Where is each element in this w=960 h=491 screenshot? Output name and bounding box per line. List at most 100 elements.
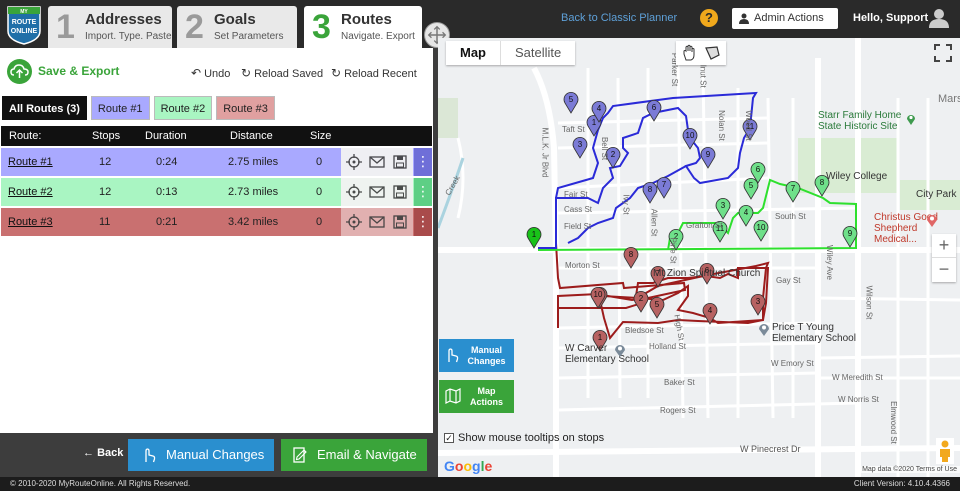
logo-line-3: ONLINE (11, 28, 38, 35)
poi-carver-school[interactable]: W Carver Elementary School (565, 343, 649, 365)
street-label: M.L.K. Jr Blvd (540, 127, 550, 178)
route-link[interactable]: Route #1 (8, 148, 53, 176)
locate-crosshair-icon[interactable] (346, 184, 362, 200)
locate-crosshair-icon[interactable] (346, 214, 362, 230)
poi-wiley-college[interactable]: Wiley College (826, 171, 887, 182)
undo-button[interactable]: ↶ Undo (191, 66, 230, 80)
route-duration: 0:13 (156, 186, 178, 198)
route-map[interactable]: 1234567891011234567891011123456789101 Pa… (438, 38, 960, 477)
poi-price-t-young-school[interactable]: Price T Young Elementary School (772, 322, 856, 344)
back-button[interactable]: ← Back (83, 447, 123, 459)
reload-saved-button[interactable]: ↻ Reload Saved (241, 66, 323, 80)
stop-number: 8 (820, 178, 825, 187)
save-disk-icon[interactable] (392, 214, 408, 230)
save-export-button[interactable]: Save & Export (7, 58, 119, 84)
stop-number: 2 (639, 294, 644, 303)
reload-recent-button[interactable]: ↻ Reload Recent (331, 66, 417, 80)
pointer-hand-icon (448, 348, 459, 363)
step-goals[interactable]: 2 Goals Set Parameters (177, 6, 297, 48)
row-menu-icon[interactable]: ⋮ (414, 148, 432, 176)
admin-actions-button[interactable]: Admin Actions (732, 8, 838, 29)
zoom-in-button[interactable]: + (932, 234, 956, 258)
park-pin-icon (907, 115, 915, 125)
upload-cloud-icon (7, 58, 32, 84)
drawing-tools (676, 41, 726, 65)
street-label: Nolan St (716, 110, 726, 141)
tab-route-2[interactable]: Route #2 (153, 96, 213, 120)
poi-line: Elementary School (772, 333, 856, 344)
polygon-draw-icon[interactable] (703, 45, 721, 61)
email-envelope-icon[interactable] (369, 214, 385, 230)
reload-recent-label: Reload Recent (344, 68, 417, 80)
tab-route-1[interactable]: Route #1 (90, 96, 150, 120)
stop-number: 6 (652, 103, 657, 112)
street-label: Wilson St (864, 285, 874, 320)
hand-pan-icon[interactable] (681, 44, 697, 62)
route-stops: 12 (99, 186, 112, 198)
stop-number: 10 (594, 290, 603, 299)
street-label: Morton St (565, 261, 600, 270)
map-manual-changes-button[interactable]: Manual Changes (439, 339, 514, 372)
street-label: W Pinecrest Dr (740, 444, 801, 454)
stop-number: 7 (662, 180, 667, 189)
map-attribution[interactable]: Map data ©2020 Terms of Use (859, 466, 960, 473)
map-canvas[interactable]: 1234567891011234567891011123456789101 (438, 38, 960, 477)
admin-actions-label: Admin Actions (754, 12, 824, 24)
stop-number: 3 (721, 201, 726, 210)
poi-starr-family-home[interactable]: Starr Family Home State Historic Site (818, 110, 901, 132)
street-view-pegman-icon[interactable] (936, 438, 954, 464)
app-root: MY ROUTE ONLINE 1 Addresses Import. Type… (0, 0, 960, 491)
zoom-out-button[interactable]: − (932, 258, 956, 282)
tooltips-checkbox[interactable]: ✓ (444, 433, 454, 443)
tab-route-3[interactable]: Route #3 (216, 96, 275, 120)
save-export-label: Save & Export (38, 64, 120, 78)
routes-table-header: Route: Stops Duration Distance Size (1, 126, 432, 146)
tooltips-toggle[interactable]: ✓ Show mouse tooltips on stops (444, 432, 604, 444)
poi-line: W Carver (565, 343, 608, 354)
poi-mt-zion-church[interactable]: Mt Zion Spiritual Church (653, 268, 760, 279)
save-disk-icon[interactable] (392, 184, 408, 200)
step-addresses[interactable]: 1 Addresses Import. Type. Paste (48, 6, 172, 48)
bottom-action-bar: ← Back Manual Changes Email & Navigate (0, 433, 433, 477)
manual-changes-button[interactable]: Manual Changes (128, 439, 274, 471)
route-link[interactable]: Route #3 (8, 208, 53, 236)
help-icon[interactable]: ? (700, 9, 718, 27)
street-label: Cass St (564, 205, 593, 214)
map-type-satellite[interactable]: Satellite (501, 41, 575, 65)
col-size: Size (310, 130, 332, 142)
email-navigate-button[interactable]: Email & Navigate (281, 439, 427, 471)
stop-number: 6 (756, 165, 761, 174)
stop-number: 1 (598, 333, 603, 342)
step-routes[interactable]: 3 Routes Navigate. Export (304, 6, 422, 48)
street-label: Ivy St (621, 194, 631, 215)
street-label: Taft St (562, 125, 585, 134)
stop-number: 9 (848, 229, 853, 238)
route-link[interactable]: Route #2 (8, 178, 53, 206)
save-disk-icon[interactable] (392, 154, 408, 170)
stop-number: 4 (597, 104, 602, 113)
back-to-classic-link[interactable]: Back to Classic Planner (561, 12, 677, 24)
row-menu-icon[interactable]: ⋮ (414, 178, 432, 206)
row-menu-icon[interactable]: ⋮ (414, 208, 432, 236)
email-envelope-icon[interactable] (369, 184, 385, 200)
fullscreen-icon[interactable] (933, 43, 953, 63)
myrouteonline-logo[interactable]: MY ROUTE ONLINE (5, 5, 43, 45)
locate-crosshair-icon[interactable] (346, 154, 362, 170)
tab-all-routes[interactable]: All Routes (3) (2, 96, 87, 120)
route-duration: 0:21 (156, 216, 178, 228)
undo-label: Undo (204, 68, 231, 80)
copyright: © 2010-2020 MyRouteOnline. All Rights Re… (10, 479, 191, 488)
email-envelope-icon[interactable] (369, 154, 385, 170)
step-subtitle: Set Parameters (214, 31, 284, 42)
stop-number: 8 (629, 250, 634, 259)
poi-city-park[interactable]: City Park (916, 189, 957, 200)
user-account-icon[interactable] (929, 8, 949, 28)
map-actions-button[interactable]: Map Actions (439, 380, 514, 413)
route-distance: 3.42 miles (228, 216, 279, 228)
logo-line-1: MY (20, 9, 28, 15)
admin-user-icon (739, 13, 749, 24)
map-type-map[interactable]: Map (446, 41, 501, 65)
stop-number: 4 (708, 306, 713, 315)
client-version: Client Version: 4.10.4.4366 (853, 479, 950, 488)
street-label: South St (775, 212, 806, 221)
